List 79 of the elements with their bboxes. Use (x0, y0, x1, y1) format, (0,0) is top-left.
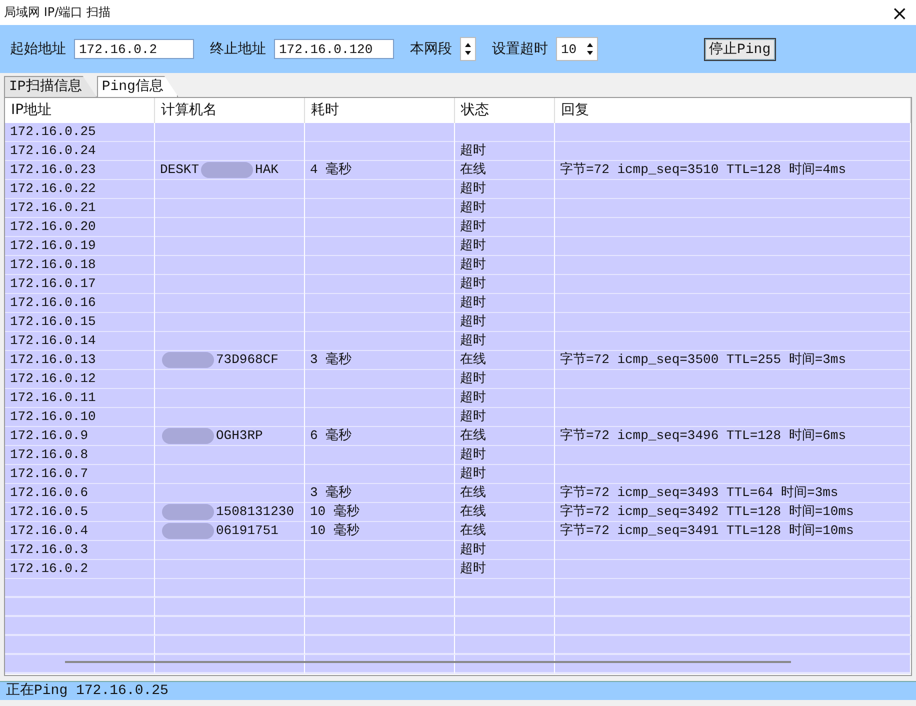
table-cell: 超时 (455, 313, 555, 333)
table-cell: 172.16.0.6 (5, 484, 155, 504)
table-cell: 超时 (455, 465, 555, 485)
table-cell: 在线 (455, 427, 555, 447)
table-cell: 3 毫秒 (305, 484, 455, 504)
table-cell: 172.16.0.16 (5, 294, 155, 314)
end-address-field[interactable]: 172.16.0.120 (274, 39, 394, 59)
status-bar: 正在Ping 172.16.0.25 (0, 681, 916, 700)
table-cell: 172.16.0.8 (5, 446, 155, 466)
cell-text: HAK (255, 162, 278, 177)
timeout-spinner[interactable]: 10 (556, 37, 598, 61)
table-cell: 172.16.0.9 (5, 427, 155, 447)
tab[interactable]: Ping信息 (96, 76, 178, 97)
table-cell: 172.16.0.3 (5, 541, 155, 561)
table-cell: 字节=72 icmp_seq=3492 TTL=128 时间=10ms (555, 503, 911, 523)
table-cell: 超时 (455, 256, 555, 276)
table-cell: 10 毫秒 (305, 522, 455, 542)
stop-ping-button[interactable]: 停止Ping (704, 38, 776, 60)
table-cell: 字节=72 icmp_seq=3493 TTL=64 时间=3ms (555, 484, 911, 504)
cell-text: 06191751 (216, 523, 278, 538)
table-cell: 超时 (455, 332, 555, 352)
cell-text: 1508131230 (216, 504, 294, 519)
table-cell: 字节=72 icmp_seq=3510 TTL=128 时间=4ms (555, 161, 911, 181)
table-cell: 172.16.0.13 (5, 351, 155, 371)
table-cell: 172.16.0.5 (5, 503, 155, 523)
table-cell: 172.16.0.15 (5, 313, 155, 333)
table-cell: 172.16.0.21 (5, 199, 155, 219)
table-cell: 超时 (455, 389, 555, 409)
table-cell: 6 毫秒 (305, 427, 455, 447)
table-cell: 在线 (455, 484, 555, 504)
table-cell: 172.16.0.18 (5, 256, 155, 276)
table-cell: 在线 (455, 351, 555, 371)
horizontal-scrollbar[interactable] (65, 661, 791, 663)
table-cell: 超时 (455, 199, 555, 219)
window-title: 局域网 IP/端口 扫描 (4, 4, 110, 21)
table-cell: 172.16.0.25 (5, 123, 155, 143)
table-cell: 在线 (455, 503, 555, 523)
table-cell: 超时 (455, 294, 555, 314)
table-cell: 超时 (455, 408, 555, 428)
table-cell: 172.16.0.24 (5, 142, 155, 162)
table-cell: 在线 (455, 522, 555, 542)
table-cell: 超时 (455, 218, 555, 238)
table-cell: 超时 (455, 237, 555, 257)
table-cell: 超时 (455, 541, 555, 561)
table-cell: 172.16.0.17 (5, 275, 155, 295)
table-cell: 172.16.0.4 (5, 522, 155, 542)
table-cell: 4 毫秒 (305, 161, 455, 181)
table-cell: 172.16.0.14 (5, 332, 155, 352)
timeout-label: 设置超时 (492, 40, 548, 58)
table-cell: 3 毫秒 (305, 351, 455, 371)
tab[interactable]: IP扫描信息 (4, 76, 97, 97)
table-cell: 字节=72 icmp_seq=3500 TTL=255 时间=3ms (555, 351, 911, 371)
cell-text: DESKT (160, 162, 200, 177)
close-button[interactable]: × (891, 2, 908, 22)
table-cell: 超时 (455, 370, 555, 390)
table-cell: 超时 (455, 180, 555, 200)
table-cell: 172.16.0.11 (5, 389, 155, 409)
cell-text: OGH3RP (216, 428, 263, 443)
table-cell: 超时 (455, 560, 555, 580)
start-address-field[interactable]: 172.16.0.2 (74, 39, 194, 59)
table-cell: 172.16.0.23 (5, 161, 155, 181)
table-cell: 172.16.0.20 (5, 218, 155, 238)
table-cell: 172.16.0.7 (5, 465, 155, 485)
segment-label: 本网段 (410, 40, 452, 58)
table-cell: 超时 (455, 275, 555, 295)
table-cell: 172.16.0.19 (5, 237, 155, 257)
table-cell: 字节=72 icmp_seq=3496 TTL=128 时间=6ms (555, 427, 911, 447)
table-cell: 字节=72 icmp_seq=3491 TTL=128 时间=10ms (555, 522, 911, 542)
table-cell: 172.16.0.22 (5, 180, 155, 200)
table-cell: 172.16.0.12 (5, 370, 155, 390)
table-cell: 超时 (455, 142, 555, 162)
table-cell: 超时 (455, 446, 555, 466)
table-cell: 在线 (455, 161, 555, 181)
table-cell: 10 毫秒 (305, 503, 455, 523)
cell-text: 73D968CF (216, 352, 278, 367)
end-address-label: 终止地址 (210, 40, 266, 58)
table-cell: 172.16.0.2 (5, 560, 155, 580)
start-address-label: 起始地址 (10, 40, 66, 58)
table-cell: 172.16.0.10 (5, 408, 155, 428)
